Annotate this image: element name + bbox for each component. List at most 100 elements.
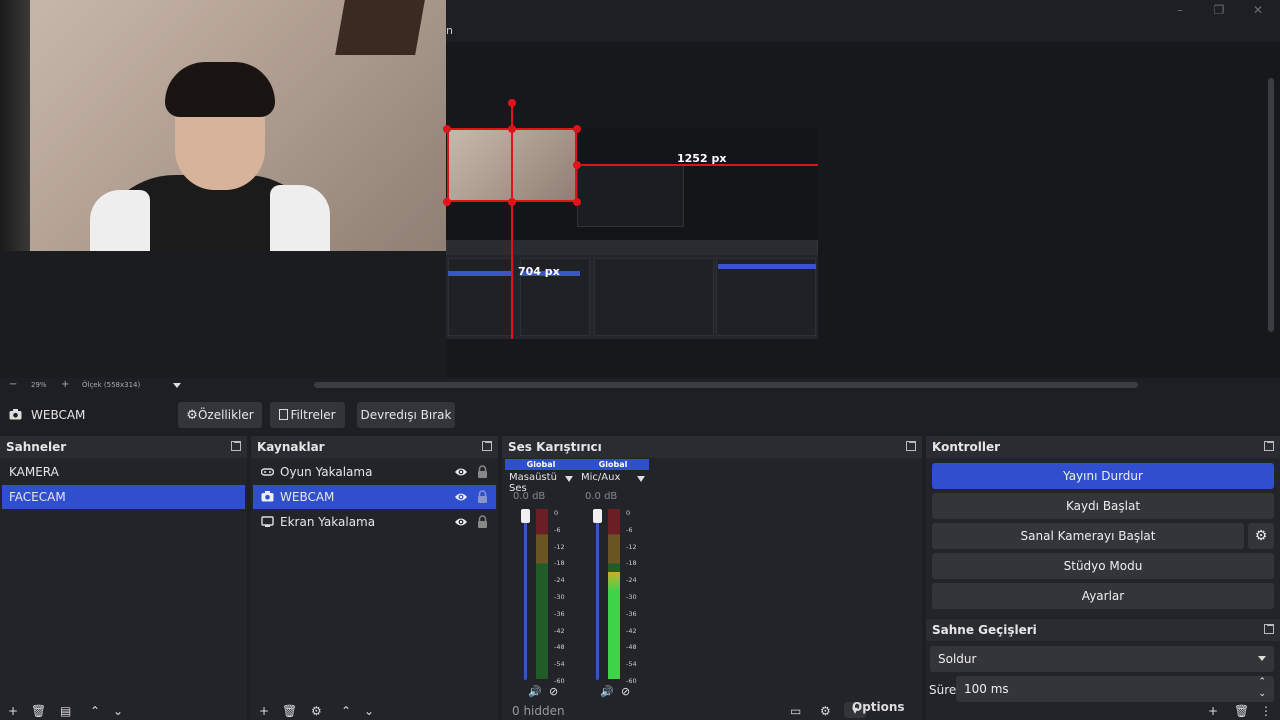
- speaker-icon[interactable]: 🔊: [528, 685, 542, 698]
- filter-icon: [279, 409, 289, 420]
- volume-fader[interactable]: [596, 515, 599, 680]
- properties-button[interactable]: ⚙Özellikler: [178, 402, 262, 428]
- options-button[interactable]: Options ▾: [844, 700, 905, 718]
- source-item-game-capture[interactable]: Oyun Yakalama: [253, 460, 496, 484]
- fader-knob[interactable]: [521, 509, 530, 523]
- level-meter: [536, 509, 548, 679]
- vertical-guide: [511, 104, 513, 339]
- arrow-down-icon[interactable]: ⌄: [113, 704, 123, 718]
- meter-scale: 0 -6 -12 -18 -24 -30 -36 -42 -48 -54 -60: [626, 509, 637, 685]
- scale-dropdown-icon[interactable]: [173, 383, 181, 388]
- zoom-out-button[interactable]: −: [9, 379, 17, 390]
- resize-handle[interactable]: [573, 198, 581, 206]
- eye-icon[interactable]: [454, 491, 468, 503]
- stop-stream-button[interactable]: Yayını Durdur: [932, 463, 1274, 489]
- chevron-down-icon: [1258, 656, 1266, 661]
- add-icon[interactable]: +: [8, 704, 18, 718]
- volume-fader[interactable]: [524, 515, 527, 680]
- options-label: Options: [852, 700, 905, 714]
- camera-icon: [9, 409, 22, 420]
- resize-handle[interactable]: [573, 125, 581, 133]
- gamepad-icon: [261, 468, 274, 476]
- eye-icon[interactable]: [454, 466, 468, 478]
- float-icon[interactable]: [482, 441, 492, 451]
- resize-handle[interactable]: [443, 198, 451, 206]
- source-item-webcam[interactable]: WEBCAM: [253, 485, 496, 509]
- resize-handle[interactable]: [443, 125, 451, 133]
- mini-selection: [718, 264, 816, 269]
- chevron-down-icon[interactable]: [637, 476, 645, 482]
- sources-dock: Kaynaklar Oyun Yakalama WEBCAM Ekran Yak…: [251, 436, 498, 720]
- add-icon[interactable]: +: [1208, 704, 1218, 718]
- lock-icon[interactable]: [477, 490, 488, 503]
- spin-arrows-icon[interactable]: ⌃ ⌄: [1258, 676, 1266, 700]
- scale-label[interactable]: Ölçek (558x314): [82, 381, 140, 389]
- layout-icon[interactable]: ▭: [790, 704, 801, 718]
- lock-icon[interactable]: [477, 465, 488, 478]
- window-title: n: [446, 24, 453, 37]
- start-recording-button[interactable]: Kaydı Başlat: [932, 493, 1274, 519]
- audio-mixer-dock: Ses Karıştırıcı Global Masaüstü Ses 0.0 …: [502, 436, 922, 720]
- vertical-scrollbar[interactable]: [1268, 78, 1274, 332]
- source-item-screen-capture[interactable]: Ekran Yakalama: [253, 510, 496, 534]
- float-icon[interactable]: [1264, 441, 1274, 451]
- title-bar: n – ❐ ✕: [446, 0, 1280, 42]
- height-label: 704 px: [518, 265, 560, 278]
- mute-settings-icon[interactable]: ⊘: [549, 685, 558, 698]
- trash-icon[interactable]: 🗑: [282, 704, 297, 718]
- chevron-down-icon[interactable]: [565, 476, 573, 482]
- sources-footer: + 🗑 ⚙ ⌃ ⌄: [251, 704, 498, 720]
- mute-settings-icon[interactable]: ⊘: [621, 685, 630, 698]
- filters-button[interactable]: Filtreler: [270, 402, 345, 428]
- arrow-down-icon[interactable]: ⌄: [364, 704, 374, 718]
- transition-select[interactable]: Soldur: [930, 646, 1274, 672]
- duration-value: 100 ms: [964, 682, 1009, 696]
- trash-icon[interactable]: 🗑: [1234, 704, 1249, 718]
- channel-db: 0.0 dB: [585, 491, 618, 502]
- scene-item-facecam[interactable]: FACECAM: [2, 485, 245, 509]
- close-button[interactable]: ✕: [1250, 2, 1266, 18]
- scene-item-kamera[interactable]: KAMERA: [2, 460, 245, 484]
- gear-icon[interactable]: ⚙: [311, 704, 322, 718]
- channel-name[interactable]: Mic/Aux: [581, 472, 620, 483]
- speaker-icon[interactable]: 🔊: [600, 685, 614, 698]
- arrow-up-icon[interactable]: ⌃: [90, 704, 100, 718]
- camera-icon: [261, 491, 274, 502]
- duration-spinbox[interactable]: 100 ms ⌃ ⌄: [956, 676, 1274, 702]
- float-icon[interactable]: [1264, 624, 1274, 634]
- gear-icon[interactable]: ⚙: [1248, 523, 1274, 549]
- float-icon[interactable]: [906, 441, 916, 451]
- selected-source-name: WEBCAM: [31, 408, 86, 422]
- resize-handle[interactable]: [573, 161, 581, 169]
- controls-title: Kontroller: [926, 436, 1280, 458]
- preview-background: [0, 251, 446, 378]
- minimize-button[interactable]: –: [1172, 2, 1188, 18]
- duration-label: Süre: [929, 683, 957, 697]
- trash-icon[interactable]: 🗑: [31, 704, 46, 718]
- horizontal-scrollbar[interactable]: [314, 382, 1138, 388]
- virtual-camera-button[interactable]: Sanal Kamerayı Başlat: [932, 523, 1244, 549]
- filter-icon[interactable]: ▤: [60, 704, 71, 718]
- deactivate-button[interactable]: Devredışı Bırak: [357, 402, 455, 428]
- restore-button[interactable]: ❐: [1211, 2, 1227, 18]
- arrow-up-icon[interactable]: ⌃: [341, 704, 351, 718]
- mixer-footer: 0 hidden ▭ ⚙ Options ▾: [502, 700, 922, 720]
- float-icon[interactable]: [231, 441, 241, 451]
- rotation-handle[interactable]: [508, 99, 516, 107]
- mixer-channel-mic: Global Mic/Aux 0.0 dB 0 -6 -12 -18 -24 -30 -36…: [577, 459, 649, 699]
- settings-button[interactable]: Ayarlar: [932, 583, 1274, 609]
- eye-icon[interactable]: [454, 516, 468, 528]
- transition-value: Soldur: [938, 652, 977, 666]
- channel-badge: Global: [505, 459, 577, 470]
- mini-panel: [448, 258, 514, 336]
- lock-icon[interactable]: [477, 515, 488, 528]
- fader-knob[interactable]: [593, 509, 602, 523]
- zoom-in-button[interactable]: +: [61, 379, 69, 390]
- more-icon[interactable]: ⋮: [1260, 704, 1272, 718]
- resize-handle[interactable]: [508, 125, 516, 133]
- resize-handle[interactable]: [508, 198, 516, 206]
- add-icon[interactable]: +: [259, 704, 269, 718]
- studio-mode-button[interactable]: Stüdyo Modu: [932, 553, 1274, 579]
- link-icon[interactable]: ⚙: [820, 704, 831, 718]
- mini-panel: [716, 258, 816, 336]
